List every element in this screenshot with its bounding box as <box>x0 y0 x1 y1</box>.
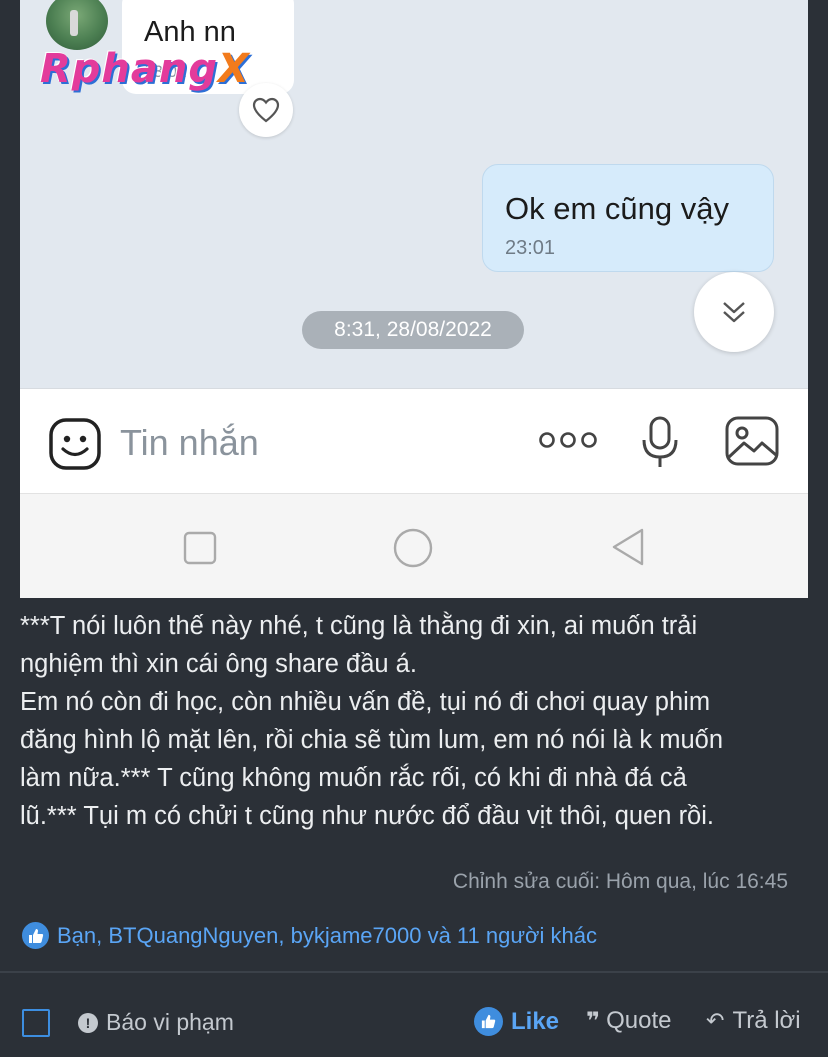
more-dots-icon <box>538 429 598 456</box>
message-input-bar: Tin nhắn <box>20 388 808 493</box>
post-footer: ! Báo vi phạm Like ❞ Quote ↶ Trả lời <box>0 995 828 1051</box>
post-paragraph: ***T nói luôn thế này nhé, t cũng là thằ… <box>20 612 698 678</box>
thumbs-up-icon <box>20 920 51 951</box>
thumbs-up-icon <box>474 1007 503 1036</box>
reply-label: Trả lời <box>732 1007 801 1034</box>
message-input-placeholder: Tin nhắn <box>120 422 259 463</box>
report-label: Báo vi phạm <box>106 1009 234 1035</box>
chat-messages-area: Anh nn 23:01 RphangX Ok em cũng vậy 23:0… <box>20 0 808 388</box>
emoji-icon <box>48 417 102 476</box>
like-button[interactable]: Like <box>474 1007 559 1036</box>
warning-icon: ! <box>78 1012 98 1033</box>
last-edited-note: Chỉnh sửa cuối: Hôm qua, lúc 16:45 <box>452 870 788 893</box>
quote-icon: ❞ <box>586 1007 600 1035</box>
reaction-names-link[interactable]: Bạn, BTQuangNguyen, bykjame7000 và 11 ng… <box>57 923 597 949</box>
reply-button[interactable]: ↶ Trả lời <box>706 1007 801 1035</box>
report-button[interactable]: ! Báo vi phạm <box>78 1009 234 1036</box>
microphone-icon <box>640 415 680 476</box>
reactions-bar[interactable]: Bạn, BTQuangNguyen, bykjame7000 và 11 ng… <box>20 920 597 951</box>
quote-label: Quote <box>606 1007 672 1034</box>
watermark-logo: RphangX <box>40 46 250 92</box>
post-paragraph: Em nó còn đi học, còn nhiều vấn đề, tụi … <box>20 688 724 830</box>
contact-avatar <box>46 0 108 50</box>
image-icon <box>724 415 780 472</box>
outgoing-time: 23:01 <box>505 237 556 259</box>
contact-name: Anh nn <box>144 16 236 48</box>
android-nav-bar <box>20 493 808 598</box>
select-post-checkbox[interactable] <box>22 1009 50 1037</box>
square-icon <box>183 531 217 570</box>
like-label: Like <box>511 1007 560 1035</box>
date-separator: 8:31, 28/08/2022 <box>302 311 524 349</box>
outgoing-message-bubble: Ok em cũng vậy 23:01 <box>482 164 774 272</box>
quote-button[interactable]: ❞ Quote <box>586 1007 671 1035</box>
outgoing-message-text: Ok em cũng vậy <box>505 191 729 226</box>
chevron-double-down-icon <box>694 272 774 352</box>
post-body: ***T nói luôn thế này nhé, t cũng là thằ… <box>20 607 810 835</box>
heart-icon <box>239 83 293 137</box>
chat-screenshot: Anh nn 23:01 RphangX Ok em cũng vậy 23:0… <box>20 0 808 598</box>
triangle-back-icon <box>610 527 646 572</box>
reply-arrow-icon: ↶ <box>706 1008 725 1033</box>
footer-divider <box>0 971 828 973</box>
circle-icon <box>392 527 434 574</box>
